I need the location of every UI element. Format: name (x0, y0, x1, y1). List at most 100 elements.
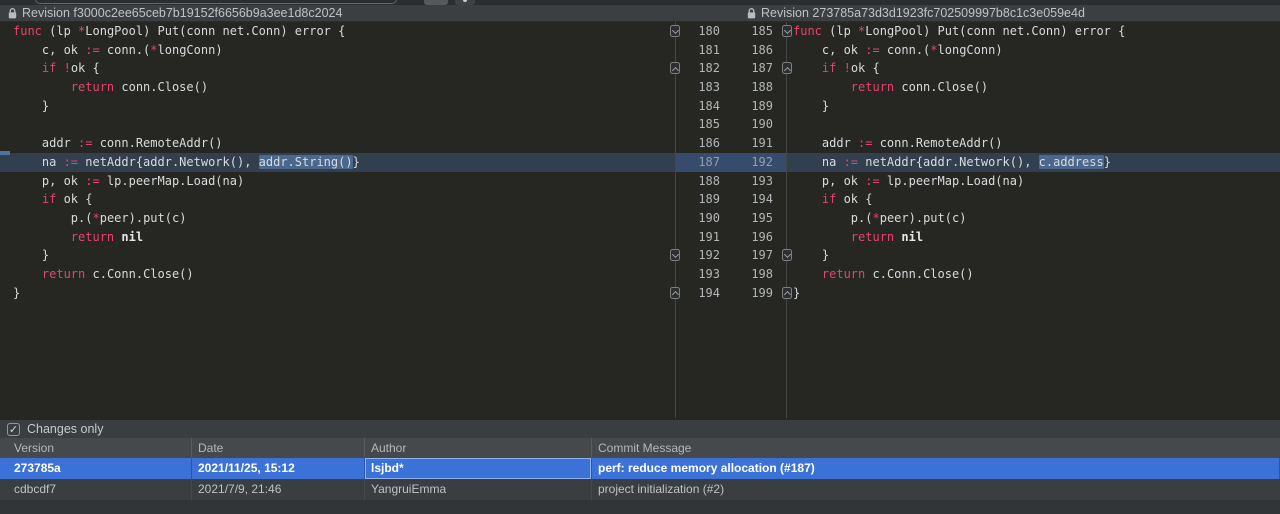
toolbar-widget[interactable] (455, 0, 475, 5)
fold-expand-up-icon[interactable] (782, 62, 792, 74)
code-line[interactable]: return conn.Close() (787, 78, 1280, 97)
code-line[interactable]: if !ok { (787, 59, 1280, 78)
code-line[interactable]: if !ok { (0, 59, 675, 78)
lock-icon (8, 8, 17, 19)
line-number-right[interactable]: 186 (720, 41, 773, 60)
fold-expand-down-icon[interactable] (670, 25, 680, 37)
code-line[interactable]: c, ok := conn.(*longConn) (0, 41, 675, 60)
right-code-pane[interactable]: func (lp *LongPool) Put(conn net.Conn) e… (787, 22, 1280, 418)
cell-version[interactable]: 273785a (0, 458, 192, 479)
code-line[interactable]: } (787, 97, 1280, 116)
line-number-left[interactable]: 182 (676, 59, 720, 78)
cell-version[interactable]: cdbcdf7 (0, 479, 192, 500)
code-line[interactable]: } (787, 246, 1280, 265)
cell-author[interactable]: YangruiEmma (365, 479, 592, 500)
code-line[interactable]: p, ok := lp.peerMap.Load(na) (787, 172, 1280, 191)
line-number-left[interactable]: 191 (676, 228, 720, 247)
code-line[interactable] (0, 115, 675, 134)
line-number-left[interactable]: 194 (676, 284, 720, 303)
code-line[interactable]: p.(*peer).put(c) (0, 209, 675, 228)
line-number-right[interactable]: 187 (720, 59, 773, 78)
column-header-version[interactable]: Version (0, 438, 192, 458)
code-line[interactable]: if ok { (787, 190, 1280, 209)
code-line[interactable]: func (lp *LongPool) Put(conn net.Conn) e… (787, 22, 1280, 41)
line-number-left[interactable]: 181 (676, 41, 720, 60)
code-token: c, ok (13, 43, 85, 57)
widget-dot-icon (463, 0, 467, 2)
code-line[interactable]: return nil (0, 228, 675, 247)
code-line[interactable]: return c.Conn.Close() (0, 265, 675, 284)
cell-message[interactable]: project initialization (#2) (592, 479, 1280, 500)
code-line[interactable]: c, ok := conn.(*longConn) (787, 41, 1280, 60)
fold-expand-up-icon[interactable] (782, 287, 792, 299)
code-line[interactable]: } (0, 246, 675, 265)
code-token (13, 192, 42, 206)
line-number-right[interactable]: 191 (720, 134, 773, 153)
code-line[interactable]: } (0, 284, 675, 303)
line-number-left[interactable]: 189 (676, 190, 720, 209)
line-number-left[interactable]: 193 (676, 265, 720, 284)
code-line[interactable]: addr := conn.RemoteAddr() (0, 134, 675, 153)
changes-only-label[interactable]: Changes only (27, 422, 103, 436)
code-token: ok { (836, 192, 872, 206)
code-line[interactable] (787, 115, 1280, 134)
code-token: p, ok (793, 174, 865, 188)
code-token: longConn) (938, 43, 1003, 57)
line-number-left[interactable]: 186 (676, 134, 720, 153)
right-revision-title: Revision 273785a73d3d1923fc702509997b8c1… (747, 5, 1085, 21)
code-line[interactable]: na := netAddr{addr.Network(), addr.Strin… (0, 153, 675, 172)
cell-date[interactable]: 2021/11/25, 15:12 (192, 458, 365, 479)
line-number-left[interactable]: 183 (676, 78, 720, 97)
line-number-left[interactable]: 184 (676, 97, 720, 116)
line-number-right[interactable]: 193 (720, 172, 773, 191)
line-number-left[interactable]: 190 (676, 209, 720, 228)
code-line[interactable]: } (787, 284, 1280, 303)
code-line[interactable]: } (0, 97, 675, 116)
code-line[interactable]: na := netAddr{addr.Network(), c.address} (787, 153, 1280, 172)
cell-date[interactable]: 2021/7/9, 21:46 (192, 479, 365, 500)
fold-expand-down-icon[interactable] (782, 249, 792, 261)
line-number-right[interactable]: 189 (720, 97, 773, 116)
changes-only-checkbox[interactable]: ✓ (7, 423, 20, 436)
code-line[interactable]: p, ok := lp.peerMap.Load(na) (0, 172, 675, 191)
code-line[interactable]: func (lp *LongPool) Put(conn net.Conn) e… (0, 22, 675, 41)
left-code-pane[interactable]: func (lp *LongPool) Put(conn net.Conn) e… (0, 22, 675, 418)
column-header-author[interactable]: Author (365, 438, 592, 458)
history-table: Version Date Author Commit Message 27378… (0, 438, 1280, 500)
fold-expand-up-icon[interactable] (670, 62, 680, 74)
column-header-commit-message[interactable]: Commit Message (592, 438, 1280, 458)
line-number-right[interactable]: 192 (720, 153, 773, 172)
line-number-right[interactable]: 198 (720, 265, 773, 284)
line-number-right[interactable]: 188 (720, 78, 773, 97)
line-number-right[interactable]: 199 (720, 284, 773, 303)
line-number-right[interactable]: 195 (720, 209, 773, 228)
line-number-right[interactable]: 197 (720, 246, 773, 265)
table-row[interactable]: cdbcdf72021/7/9, 21:46YangruiEmmaproject… (0, 479, 1280, 500)
fold-expand-down-icon[interactable] (782, 25, 792, 37)
code-line[interactable]: if ok { (0, 190, 675, 209)
code-token: } (353, 155, 360, 169)
column-header-date[interactable]: Date (192, 438, 365, 458)
line-number-left[interactable]: 188 (676, 172, 720, 191)
line-number-left[interactable]: 180 (676, 22, 720, 41)
code-line[interactable]: return c.Conn.Close() (787, 265, 1280, 284)
line-number-right[interactable]: 185 (720, 22, 773, 41)
line-number-right[interactable]: 190 (720, 115, 773, 134)
line-number-left[interactable]: 185 (676, 115, 720, 134)
code-line[interactable]: return conn.Close() (0, 78, 675, 97)
cell-author[interactable]: lsjbd* (365, 458, 592, 479)
code-line[interactable]: addr := conn.RemoteAddr() (787, 134, 1280, 153)
line-number-right[interactable]: 194 (720, 190, 773, 209)
line-number-left[interactable]: 187 (676, 153, 720, 172)
fold-expand-up-icon[interactable] (670, 287, 680, 299)
toolbar-input[interactable] (35, 0, 397, 4)
toolbar-button[interactable] (424, 0, 448, 5)
code-token-keyword: := (865, 43, 879, 57)
line-number-right[interactable]: 196 (720, 228, 773, 247)
table-row[interactable]: 273785a2021/11/25, 15:12lsjbd*perf: redu… (0, 458, 1280, 479)
cell-message[interactable]: perf: reduce memory allocation (#187) (592, 458, 1280, 479)
code-line[interactable]: return nil (787, 228, 1280, 247)
fold-expand-down-icon[interactable] (670, 249, 680, 261)
line-number-left[interactable]: 192 (676, 246, 720, 265)
code-line[interactable]: p.(*peer).put(c) (787, 209, 1280, 228)
